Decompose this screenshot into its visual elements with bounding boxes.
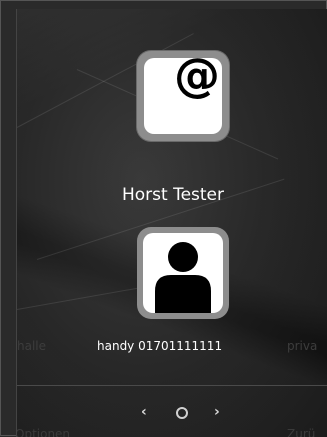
device-frame: @ Horst Tester halle handy 01701111111 p… [0,0,327,437]
select-circle-icon[interactable] [176,407,188,419]
number-carousel[interactable]: halle handy 01701111111 priva [17,339,327,359]
contact-name: Horst Tester [121,185,225,205]
carousel-next-item[interactable]: priva [287,339,317,353]
person-silhouette-icon [155,242,211,313]
at-sign-icon: @ [174,48,220,102]
phone-screen: @ Horst Tester halle handy 01701111111 p… [16,9,327,437]
divider [17,385,327,386]
person-avatar-icon [143,233,223,313]
chevron-right-icon[interactable]: › [214,405,220,419]
chevron-left-icon[interactable]: ‹ [141,405,147,419]
at-sign-icon-face: @ [144,52,222,134]
at-sign-app-icon[interactable]: @ [137,51,229,141]
carousel-current-item[interactable]: handy 01701111111 [97,339,222,353]
carousel-previous-item[interactable]: halle [17,339,46,353]
avatar[interactable] [137,227,229,319]
